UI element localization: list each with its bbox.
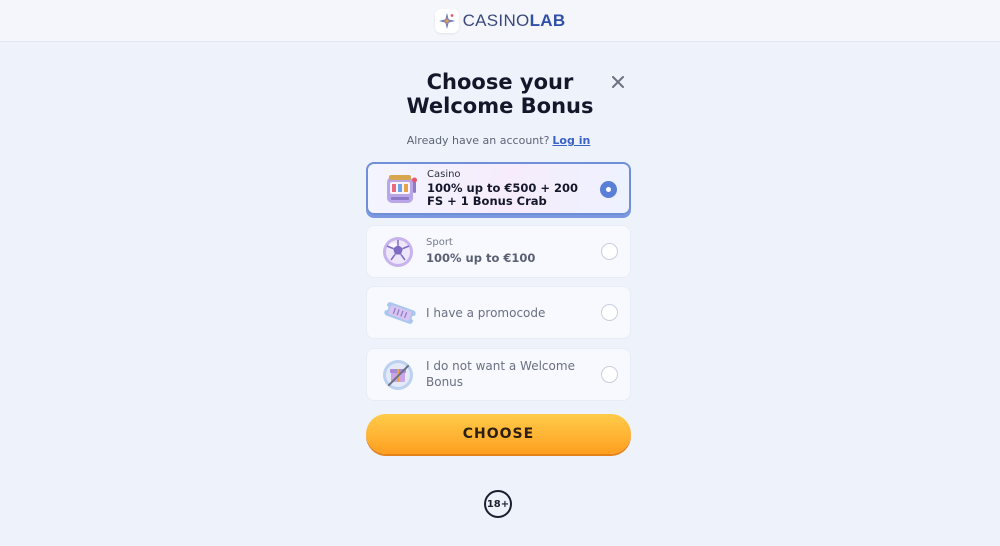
radio-sport[interactable]	[601, 243, 618, 260]
slot-machine-icon	[382, 171, 420, 207]
site-header: CASINOLAB	[0, 0, 1000, 42]
account-prompt-text: Already have an account?	[406, 134, 550, 147]
modal-title: Choose your Welcome Bonus	[360, 70, 640, 118]
bonus-option-promocode[interactable]: I have a promocode	[366, 286, 631, 339]
option-label: Casino	[427, 169, 461, 180]
age-restriction-badge: 18+	[484, 490, 512, 518]
brand-name: CASINOLAB	[462, 10, 566, 30]
casino-option-text: Casino 100% up to €500 + 200 FS + 1 Bonu…	[427, 169, 597, 208]
login-link[interactable]: Log in	[552, 134, 590, 147]
title-line-1: Choose your	[426, 70, 574, 94]
brand-logo[interactable]: CASINOLAB	[434, 8, 566, 33]
radio-promocode[interactable]	[601, 304, 618, 321]
ticket-icon	[381, 295, 419, 331]
bonus-option-none[interactable]: I do not want a Welcome Bonus	[366, 348, 631, 401]
sport-option-text: Sport 100% up to €100	[426, 237, 596, 265]
bonus-option-casino[interactable]: Casino 100% up to €500 + 200 FS + 1 Bonu…	[366, 162, 631, 215]
promocode-option-text: I have a promocode	[426, 305, 596, 321]
soccer-ball-icon	[381, 234, 419, 270]
title-line-2: Welcome Bonus	[406, 94, 594, 118]
choose-button[interactable]: CHOOSE	[366, 414, 631, 454]
close-button[interactable]	[608, 72, 628, 92]
close-icon	[612, 76, 624, 88]
option-text: I do not want a Welcome Bonus	[426, 359, 575, 389]
radio-none[interactable]	[601, 366, 618, 383]
account-prompt: Already have an account? Log in	[366, 134, 631, 147]
radio-casino[interactable]	[600, 181, 617, 198]
bonus-option-sport[interactable]: Sport 100% up to €100	[366, 225, 631, 278]
sparkle-logo-icon	[434, 8, 459, 33]
none-option-text: I do not want a Welcome Bonus	[426, 358, 586, 390]
option-text: I have a promocode	[426, 306, 546, 320]
option-label: Sport	[426, 237, 453, 248]
option-title: 100% up to €500 + 200 FS + 1 Bonus Crab	[427, 181, 579, 208]
gift-crossed-icon	[381, 357, 419, 393]
option-title: 100% up to €100	[426, 251, 536, 265]
